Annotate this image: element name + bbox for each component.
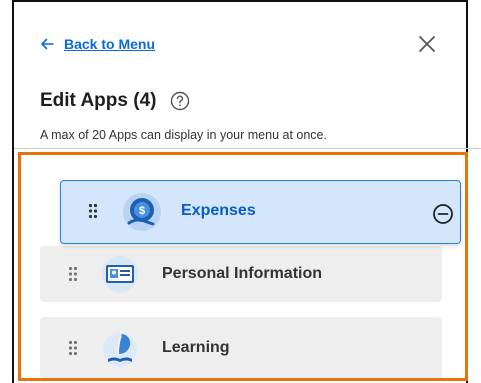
help-icon[interactable] [170,91,190,111]
max-apps-hint: A max of 20 Apps can display in your men… [40,128,327,142]
arrow-left-icon [41,38,54,50]
back-to-menu-label: Back to Menu [64,36,156,52]
highlight-frame [18,152,468,381]
page-title: Edit Apps (4) [40,90,157,111]
close-icon[interactable] [418,35,436,53]
title-row: Edit Apps (4) [40,90,190,112]
divider [14,148,481,149]
back-to-menu-link[interactable]: Back to Menu [40,36,155,52]
